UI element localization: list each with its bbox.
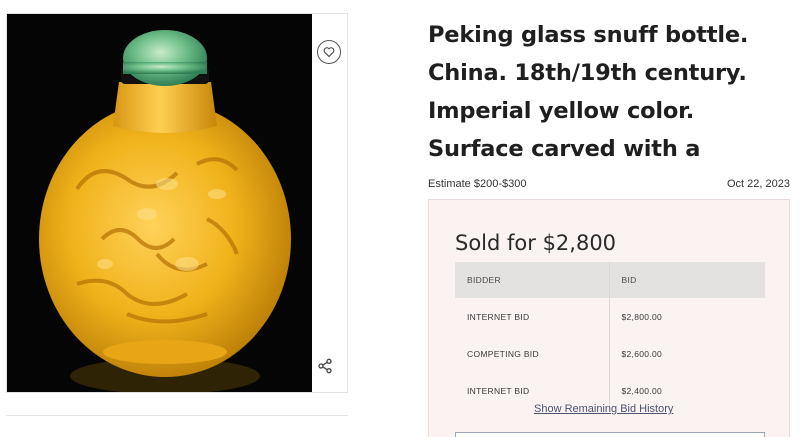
partial-input-box[interactable] [455, 432, 765, 437]
lot-title: Peking glass snuff bottle. China. 18th/1… [428, 22, 749, 162]
favorite-button[interactable] [317, 40, 341, 64]
sale-date: Oct 22, 2023 [727, 178, 790, 190]
bidder-cell: COMPETING BID [467, 348, 539, 359]
share-button[interactable] [315, 356, 335, 376]
bid-cell: $2,600.00 [608, 335, 765, 372]
share-icon [318, 358, 332, 374]
divider [6, 415, 348, 416]
column-header-bid: BID [608, 262, 765, 298]
estimate-text: Estimate $200-$300 [428, 178, 527, 190]
sold-price-heading: Sold for $2,800 [455, 231, 617, 255]
table-row: COMPETING BID $2,600.00 [455, 335, 765, 372]
bid-history-table: BIDDER BID INTERNET BID $2,800.00 COMPET… [455, 262, 765, 409]
column-header-bidder: BIDDER [455, 262, 609, 298]
lot-photo[interactable] [7, 14, 312, 392]
heart-icon [323, 47, 335, 58]
table-header-row: BIDDER BID [455, 262, 765, 298]
bidder-cell: INTERNET BID [467, 311, 530, 322]
sold-panel: Sold for $2,800 BIDDER BID INTERNET BID … [428, 199, 790, 437]
bid-cell: $2,800.00 [608, 298, 765, 335]
show-remaining-bid-history-link[interactable]: Show Remaining Bid History [534, 403, 673, 415]
table-row: INTERNET BID $2,800.00 [455, 298, 765, 335]
lot-meta: Estimate $200-$300 Oct 22, 2023 [428, 178, 790, 190]
lot-image-card [6, 13, 348, 393]
snuff-bottle-image [7, 14, 312, 392]
